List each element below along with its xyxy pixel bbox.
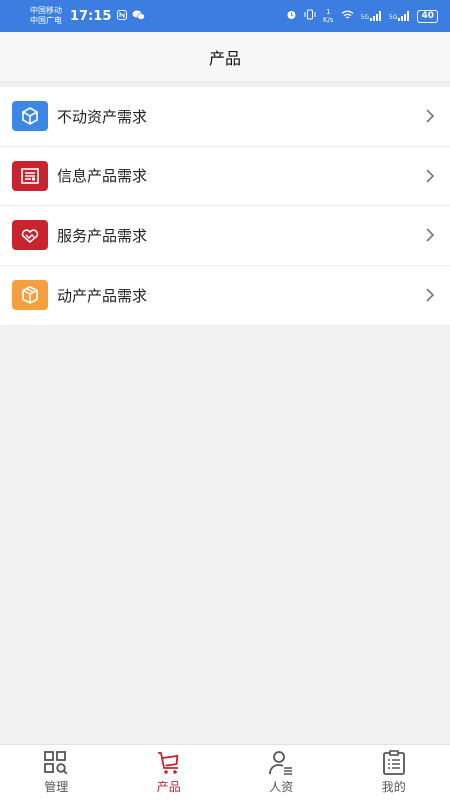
tab-label: 管理 <box>44 780 69 794</box>
product-list: 不动资产需求 信息产品需求 服务产品需求 动产产品需求 <box>0 87 450 325</box>
page-header: 产品 <box>0 32 450 82</box>
list-item-info-products[interactable]: 信息产品需求 <box>0 147 450 206</box>
chevron-right-icon <box>426 288 435 302</box>
tab-products[interactable]: 产品 <box>113 745 226 800</box>
status-right-icons: 1 K/s 5G 5G 40 <box>286 8 438 24</box>
chevron-right-icon <box>426 228 435 242</box>
net-speed-unit: K/s <box>322 16 334 24</box>
alarm-icon <box>286 9 297 23</box>
page-title: 产品 <box>208 48 241 68</box>
nfc-icon <box>117 9 128 23</box>
status-time: 17:15 <box>70 8 112 24</box>
net-speed: 1 K/s <box>323 8 334 24</box>
list-item-movable-products[interactable]: 动产产品需求 <box>0 266 450 326</box>
carrier-2: 中国广电 <box>30 16 62 25</box>
signal-2: 5G <box>389 11 410 21</box>
list-item-label: 不动资产需求 <box>57 107 148 126</box>
signal-1-label: 5G <box>360 14 369 21</box>
signal-2-label: 5G <box>389 14 398 21</box>
list-item-label: 服务产品需求 <box>57 226 148 245</box>
list-item-service-products[interactable]: 服务产品需求 <box>0 206 450 266</box>
vibrate-icon <box>304 9 316 23</box>
list-item-label: 信息产品需求 <box>57 167 148 186</box>
tab-label: 我的 <box>381 780 406 794</box>
list-item-label: 动产产品需求 <box>57 286 148 305</box>
list-item-fixed-assets[interactable]: 不动资产需求 <box>0 87 450 147</box>
tab-hr[interactable]: 人资 <box>225 745 338 800</box>
tab-label: 产品 <box>156 780 181 794</box>
tab-management[interactable]: 管理 <box>0 745 113 800</box>
carrier-1: 中国移动 <box>30 6 62 15</box>
signal-bars-icon <box>398 11 410 21</box>
net-speed-value: 1 <box>325 8 331 16</box>
status-left-icons <box>117 9 146 23</box>
battery-indicator: 40 <box>417 9 438 23</box>
person-list-icon <box>269 751 293 775</box>
bottom-tab-bar: 管理 产品 人资 我的 <box>0 744 450 800</box>
signal-1: 5G <box>361 11 382 21</box>
cube-icon <box>12 101 48 132</box>
carrier-info: 中国移动 中国广电 <box>30 6 62 26</box>
box-icon <box>12 280 48 311</box>
tab-label: 人资 <box>269 780 294 794</box>
grid-search-icon <box>44 751 68 775</box>
chevron-right-icon <box>426 109 435 123</box>
tab-mine[interactable]: 我的 <box>338 745 450 800</box>
cart-icon <box>157 752 179 774</box>
clipboard-icon <box>382 750 405 775</box>
handshake-icon <box>12 220 48 251</box>
document-icon <box>12 160 48 191</box>
status-bar: 中国移动 中国广电 17:15 1 K/s 5G 5G 40 <box>0 0 450 32</box>
wechat-icon <box>132 10 146 23</box>
wifi-icon <box>341 10 354 23</box>
chevron-right-icon <box>426 169 435 183</box>
signal-bars-icon <box>370 11 381 21</box>
